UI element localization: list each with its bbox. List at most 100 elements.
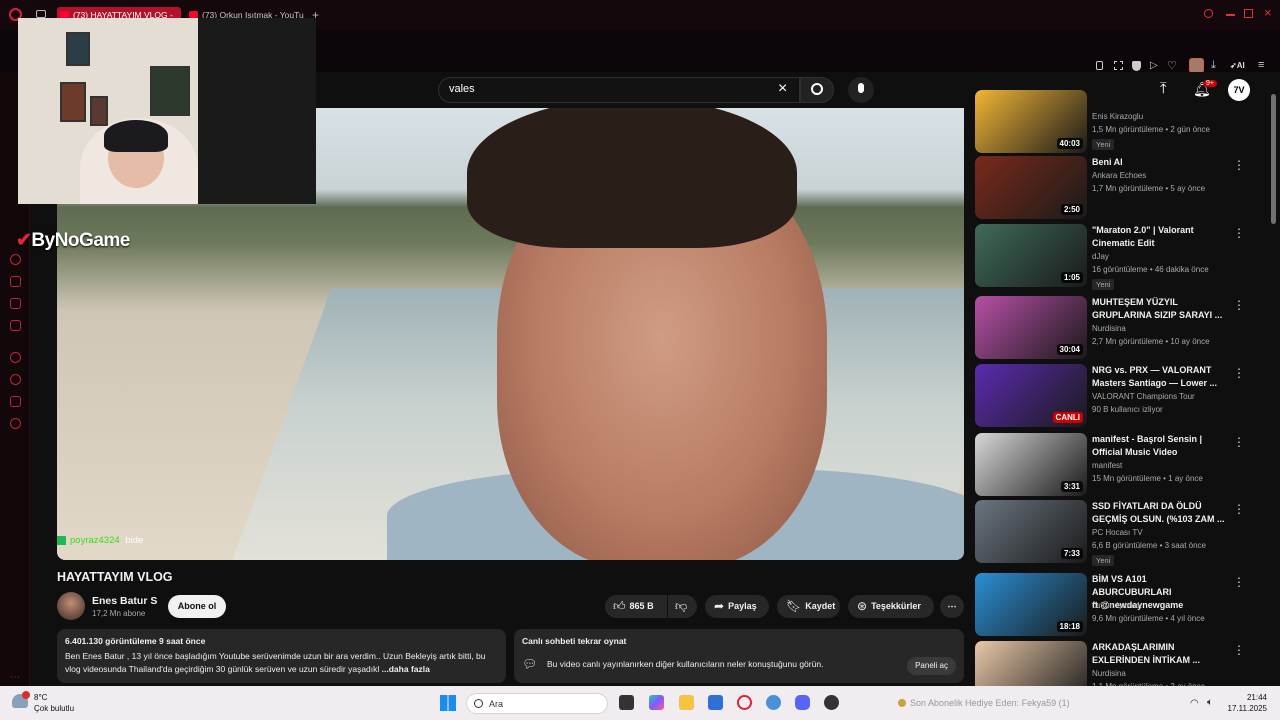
taskbar-search[interactable]: Ara (466, 693, 608, 714)
search-button[interactable] (800, 77, 834, 103)
more-options-icon[interactable]: ⋮ (1233, 502, 1245, 516)
more-options-icon[interactable]: ⋮ (1233, 298, 1245, 312)
sidebar-bookmarks-icon[interactable] (10, 396, 21, 407)
recommendation-channel[interactable]: manifest (1092, 461, 1122, 470)
volume-icon[interactable]: 🔈︎ (1207, 697, 1213, 708)
snapshot-icon[interactable] (1114, 61, 1123, 70)
recommendation-item[interactable]: 1:05 "Maraton 2.0" | Valorant Cinematic E… (975, 224, 1265, 290)
more-options-icon[interactable]: ⋮ (1233, 366, 1245, 380)
sidebar-player-icon[interactable] (10, 352, 21, 363)
copilot-icon[interactable] (649, 695, 664, 710)
recommendation-item[interactable]: 40:03 Enis Kirazoglu 1,5 Mn görüntüleme • … (975, 90, 1265, 153)
recommendation-channel[interactable]: PC Hocası TV (1092, 528, 1143, 537)
stream-chat-message: poyraz4324 bide (57, 535, 143, 546)
aria-ai-icon[interactable]: ➶AI (1230, 61, 1245, 70)
share-button[interactable]: ➦ Paylaş (705, 595, 769, 618)
recommendation-thumbnail[interactable]: 7:33 (975, 500, 1087, 563)
recommendation-title[interactable]: manifest - Başrol Sensin | Official Musi… (1092, 433, 1228, 459)
file-explorer-icon[interactable] (679, 695, 694, 710)
sidebar-m-icon[interactable] (10, 320, 21, 331)
weather-widget[interactable]: 8°C Çok bulutlu (34, 692, 74, 714)
sidebar-chatgpt-icon[interactable] (10, 254, 21, 265)
more-options-icon[interactable]: ⋮ (1233, 158, 1245, 172)
recommendation-title[interactable]: "Maraton 2.0" | Valorant Cinematic Edit (1092, 224, 1228, 250)
description-box[interactable]: 6.401.130 görüntüleme 9 saat önce Ben En… (57, 629, 506, 683)
show-more-link[interactable]: ...daha fazla (382, 664, 430, 674)
recommendation-thumbnail[interactable]: 30:04 (975, 296, 1087, 359)
sidebar-extension-icon[interactable] (10, 276, 21, 287)
recommendation-thumbnail[interactable]: 3:31 (975, 433, 1087, 496)
shield-icon[interactable] (1132, 61, 1141, 71)
channel-name[interactable]: Enes Batur S (92, 595, 157, 607)
youtube-icon (60, 11, 69, 18)
clock-time: 21:44 (1246, 693, 1267, 702)
recommendation-thumbnail[interactable]: 2:50 (975, 156, 1087, 219)
subscribe-button[interactable]: Abone ol (168, 595, 226, 618)
wifi-icon[interactable]: ◠ (1190, 698, 1199, 709)
store-icon[interactable] (708, 695, 723, 710)
obs-icon[interactable] (824, 695, 839, 710)
more-options-icon[interactable]: ⋮ (1233, 575, 1245, 589)
save-button[interactable]: 🔖︎ Kaydet (777, 595, 840, 618)
recommendation-channel[interactable]: Ankara Echoes (1092, 171, 1146, 180)
more-options-icon[interactable]: ⋮ (1233, 643, 1245, 657)
recommendation-channel[interactable]: VALORANT Champions Tour (1092, 392, 1195, 401)
thanks-button[interactable]: ⊛ Teşekkürler (848, 595, 934, 618)
recommendation-title[interactable]: MUHTEŞEM YÜZYIL GRUPLARINA SIZIP SARAYI … (1092, 296, 1228, 322)
recommendation-title[interactable]: NRG vs. PRX — VALORANT Masters Santiago … (1092, 364, 1228, 390)
recommendation-item[interactable]: 7:33 SSD FİYATLARI DA ÖLDÜ GEÇMİŞ OLSUN. … (975, 500, 1265, 566)
search-input[interactable] (438, 77, 800, 103)
dislike-button[interactable]: 👎︎ (668, 595, 697, 618)
menu-icon[interactable]: ≡ (1258, 59, 1264, 71)
more-options-icon[interactable]: ⋮ (1233, 435, 1245, 449)
sidebar-twitch-icon[interactable] (10, 298, 21, 309)
recommendation-title[interactable]: SSD FİYATLARI DA ÖLDÜ GEÇMİŞ OLSUN. (%10… (1092, 500, 1228, 526)
recommendation-item[interactable]: 18:18 BİM VS A101 ABURCUBURLARI ft.@newda… (975, 573, 1265, 636)
sidebar-more-icon[interactable]: ⋯ (10, 672, 20, 683)
minimize-icon[interactable] (1226, 14, 1235, 16)
recommendation-title[interactable]: ARKADAŞLARIMIN EXLERİNDEN İNTİKAM ... (1092, 641, 1228, 667)
recommendation-thumbnail[interactable]: 1:05 (975, 224, 1087, 287)
maximize-icon[interactable] (1244, 9, 1253, 18)
recommendation-channel[interactable]: Enis Kirazoglu (1092, 112, 1143, 121)
clear-search-icon[interactable]: × (778, 80, 787, 98)
recommendation-thumbnail[interactable]: 18:18 (975, 573, 1087, 636)
bynogame-logo: ✔ByNoGame (16, 230, 130, 251)
recommendation-channel[interactable]: Orkun Işıtmak (1092, 601, 1142, 610)
recommendation-channel[interactable]: Nurdisina (1092, 324, 1126, 333)
recommendation-meta: 2,7 Mn görüntüleme • 10 ay önce (1092, 337, 1210, 346)
scrollbar[interactable] (1271, 94, 1276, 224)
profile-avatar[interactable] (1189, 58, 1204, 73)
recommendation-title[interactable]: Beni Al (1092, 156, 1228, 169)
close-window-icon[interactable]: × (1264, 5, 1272, 20)
recommendation-item[interactable]: 30:04 MUHTEŞEM YÜZYIL GRUPLARINA SIZIP SA… (975, 296, 1265, 359)
recommendation-channel[interactable]: dJay (1092, 252, 1109, 261)
opera-taskbar-icon[interactable] (737, 695, 752, 710)
sidebar-settings-icon[interactable] (10, 418, 21, 429)
recommendation-item[interactable]: 3:31 manifest - Başrol Sensin | Official … (975, 433, 1265, 496)
more-options-icon[interactable]: ⋮ (1233, 226, 1245, 240)
recommendation-meta: 1,5 Mn görüntüleme • 2 gün önce (1092, 125, 1210, 134)
channel-avatar[interactable] (57, 592, 85, 620)
open-panel-button[interactable]: Paneli aç (907, 657, 956, 675)
download-icon[interactable]: ⤓ (1211, 59, 1216, 72)
sidebar-history-icon[interactable] (10, 374, 21, 385)
like-button[interactable]: 👍︎ 865 B (605, 595, 667, 618)
recommendation-thumbnail[interactable]: CANLI (975, 364, 1087, 427)
search-tabs-icon[interactable] (1204, 9, 1213, 18)
more-actions-button[interactable]: ⋯ (940, 595, 964, 618)
start-button[interactable] (440, 695, 456, 711)
play-icon[interactable]: ▷ (1150, 60, 1158, 71)
settings-gear-icon[interactable] (766, 695, 781, 710)
voice-search-button[interactable] (848, 77, 874, 103)
recommendation-item[interactable]: 2:50 Beni Al Ankara Echoes 1,7 Mn görüntüle… (975, 156, 1265, 219)
system-clock[interactable]: 21:44 17.11.2025 (1221, 692, 1267, 714)
recommendation-item[interactable]: CANLI NRG vs. PRX — VALORANT Masters Sant… (975, 364, 1265, 427)
tab-manager-icon[interactable] (36, 10, 46, 18)
recommendation-channel[interactable]: Nurdisina (1092, 669, 1126, 678)
recommendation-thumbnail[interactable]: 40:03 (975, 90, 1087, 153)
discord-icon[interactable] (795, 695, 810, 710)
heart-icon[interactable]: ♡ (1167, 59, 1177, 72)
pin-icon[interactable] (1096, 61, 1103, 70)
task-view-icon[interactable] (619, 695, 634, 710)
